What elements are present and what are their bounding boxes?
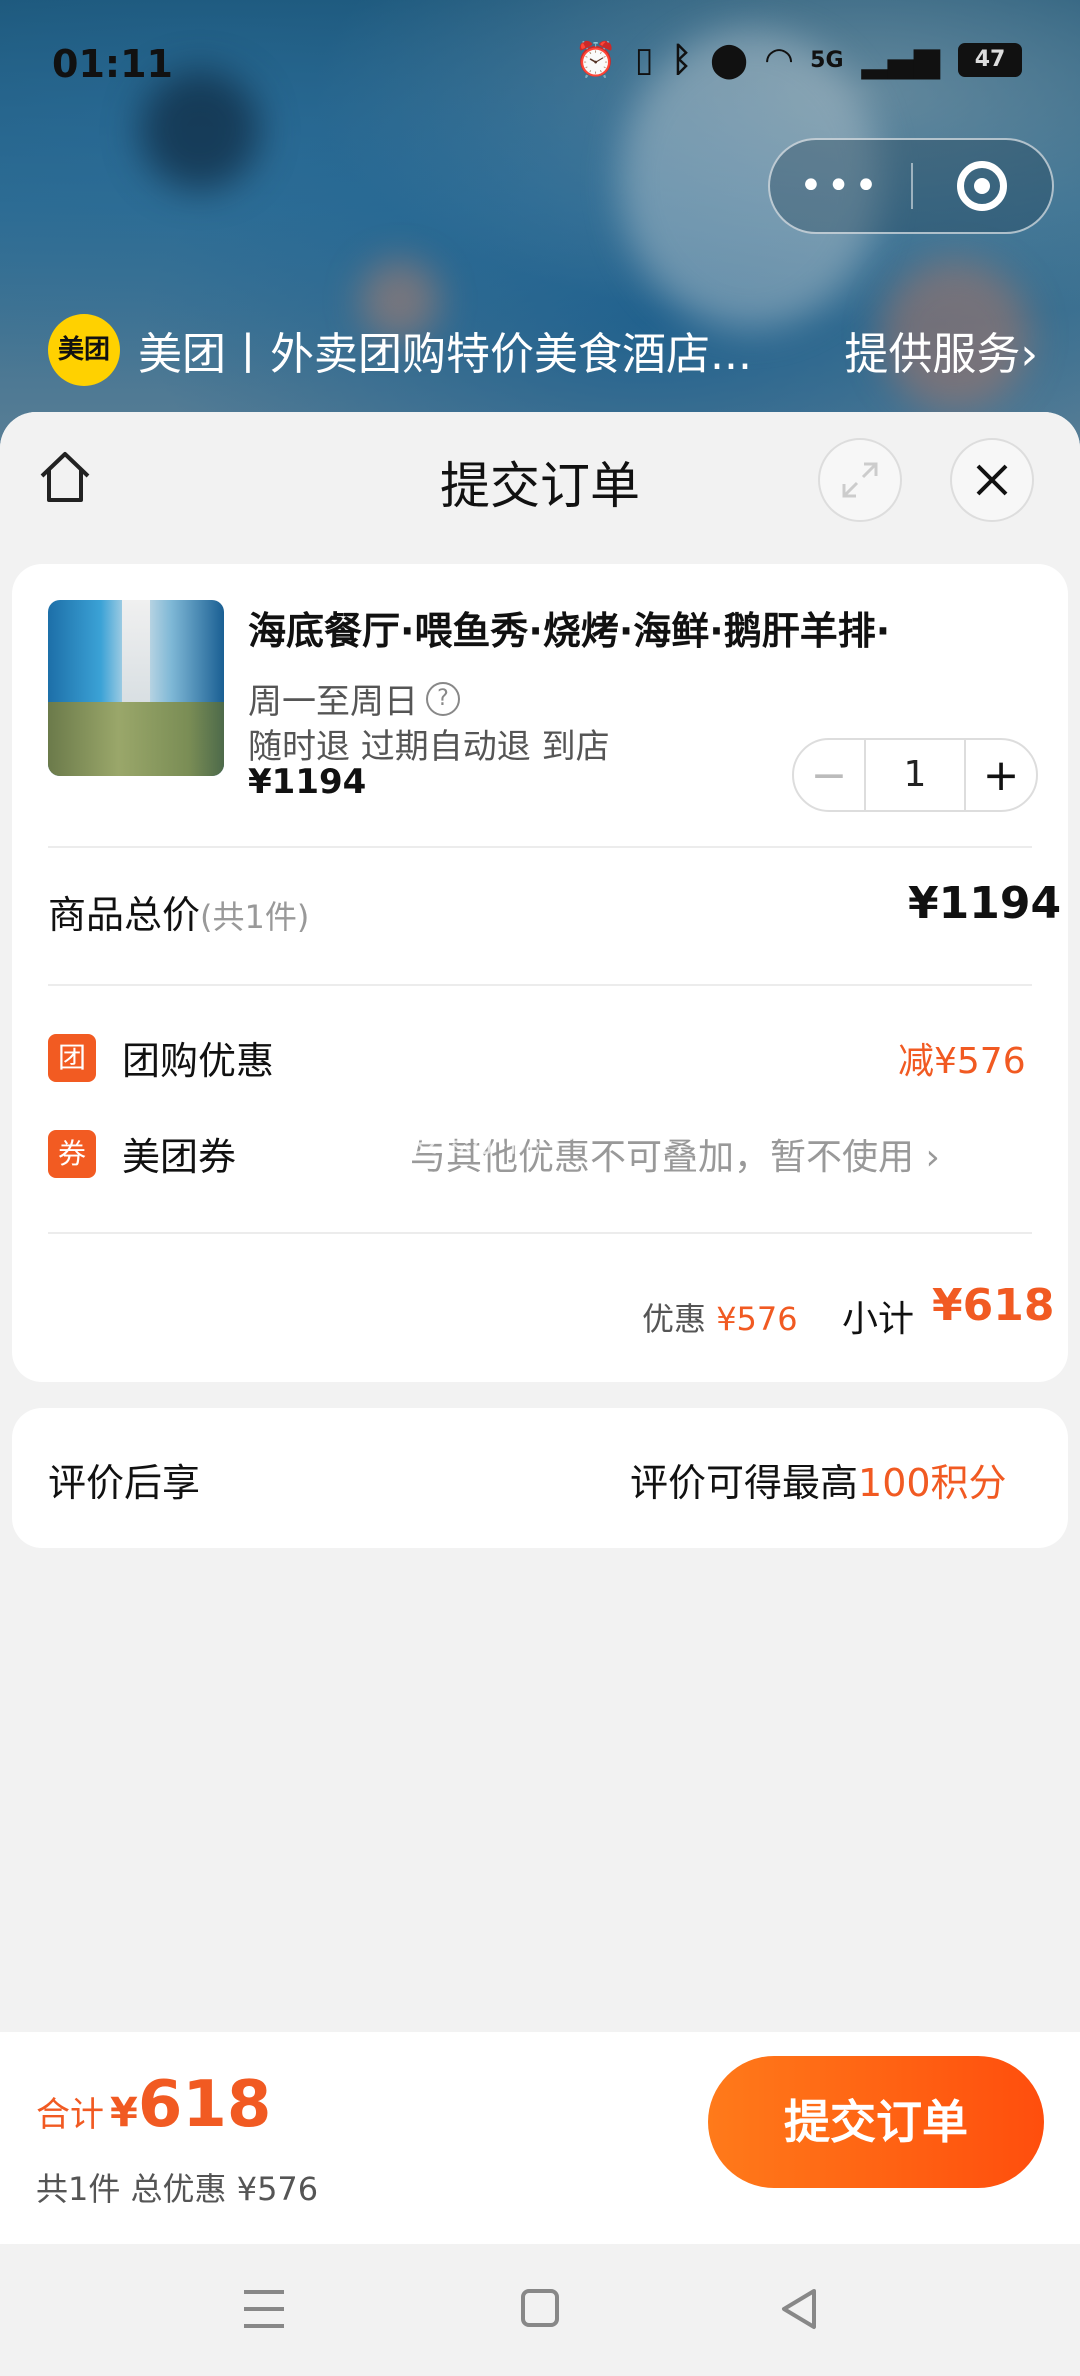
wifi-icon: ◠	[766, 40, 793, 80]
close-button[interactable]	[950, 438, 1034, 522]
quantity-stepper: − 1 +	[792, 738, 1038, 812]
coupon-tag: 券	[48, 1130, 96, 1178]
order-sheet: 提交订单 海底餐厅·喂鱼秀·烧烤·海鲜·鹅肝羊排· 周一至周日 ? 随时退 过期…	[0, 412, 1080, 2032]
review-points: 100积分	[858, 1461, 1007, 1505]
menu-button[interactable]	[234, 2284, 294, 2334]
menu-icon	[244, 2290, 284, 2328]
back-triangle-icon	[782, 2289, 816, 2329]
submit-order-button[interactable]: 提交订单	[708, 2056, 1044, 2188]
subtotal-discount: 优惠 ¥576	[642, 1294, 798, 1340]
expand-button[interactable]	[818, 438, 902, 522]
review-note: 评价可得最高100积分	[630, 1452, 1007, 1507]
divider	[48, 984, 1032, 986]
chevron-right-icon: ›	[1020, 329, 1038, 380]
quantity-value[interactable]: 1	[864, 740, 966, 810]
location-icon: ⬤	[709, 40, 749, 80]
page-title: 提交订单	[440, 457, 640, 515]
expand-icon	[842, 462, 878, 498]
product-days: 周一至周日 ?	[248, 674, 460, 723]
group-discount-label: 团购优惠	[122, 1039, 275, 1083]
product-days-label: 周一至周日	[248, 682, 418, 722]
bluetooth-icon: ᛒ	[671, 40, 692, 80]
status-bar: 01:11 ⏰ ▯ ᛒ ⬤ ◠ 5G ▂▄▆ 47	[0, 0, 1080, 130]
order-card: 海底餐厅·喂鱼秀·烧烤·海鲜·鹅肝羊排· 周一至周日 ? 随时退 过期自动退 到…	[12, 564, 1068, 1382]
target-ring-icon	[957, 161, 1008, 211]
divider	[48, 846, 1032, 848]
grand-total-currency: ¥	[110, 2090, 138, 2136]
system-nav-bar	[0, 2244, 1080, 2376]
watermark: 慢悬小桃子	[404, 1120, 574, 1160]
miniapp-name[interactable]: 美团丨外卖团购特价美食酒店...	[138, 318, 778, 382]
subtotal-value: ¥618	[932, 1280, 1055, 1331]
chevron-right-icon: ›	[925, 1137, 940, 1178]
meituan-logo: 美团	[48, 314, 120, 386]
miniapp-close-button[interactable]	[913, 161, 1052, 211]
sheet-header: 提交订单	[0, 412, 1080, 552]
review-note-prefix: 评价可得最高	[630, 1461, 859, 1505]
grand-total: 合计 ¥ 618	[36, 2068, 271, 2142]
service-link[interactable]: 提供服务›	[844, 318, 1038, 382]
service-link-label: 提供服务	[844, 329, 1021, 380]
status-icons: ⏰ ▯ ᛒ ⬤ ◠ 5G ▂▄▆ 47	[574, 40, 1022, 80]
close-icon	[976, 464, 1008, 496]
checkout-bar: 合计 ¥ 618 共1件 总优惠 ¥576 提交订单	[0, 2032, 1080, 2244]
subtotal-discount-value: ¥576	[716, 1300, 798, 1338]
more-dots-icon[interactable]: •••	[770, 163, 911, 209]
signal-icon: ▂▄▆	[861, 40, 940, 80]
product-title: 海底餐厅·喂鱼秀·烧烤·海鲜·鹅肝羊排·	[248, 609, 891, 653]
grand-total-sub: 共1件 总优惠 ¥576	[36, 2170, 319, 2208]
subtotal-row: 优惠 ¥576 小计 ¥618	[12, 1280, 1068, 1350]
square-icon	[521, 2289, 559, 2327]
coupon-label: 美团券	[122, 1135, 237, 1179]
status-time: 01:11	[52, 42, 173, 86]
help-icon[interactable]: ?	[426, 681, 460, 716]
grand-total-label: 合计	[36, 2095, 104, 2135]
vibrate-icon: ▯	[634, 40, 654, 80]
product-thumbnail[interactable]	[48, 600, 224, 776]
product-price: ¥1194	[248, 762, 367, 802]
total-count: (共1件)	[200, 898, 310, 936]
subtotal-label: 小计	[842, 1299, 915, 1340]
home-nav-button[interactable]	[510, 2284, 570, 2334]
subtotal-discount-label: 优惠	[642, 1300, 707, 1338]
signal-label: 5G	[810, 47, 844, 73]
group-discount-tag: 团	[48, 1034, 96, 1082]
miniapp-capsule: •••	[768, 138, 1054, 234]
divider	[48, 1232, 1032, 1234]
total-price-label: 商品总价(共1件)	[48, 884, 309, 939]
quantity-minus-button[interactable]: −	[794, 750, 864, 801]
grand-total-amount: 618	[137, 2068, 272, 2142]
group-discount-value: 减¥576	[898, 1041, 1026, 1082]
review-card: 评价后享 评价可得最高100积分	[12, 1408, 1068, 1548]
back-button[interactable]	[770, 2284, 830, 2334]
battery-icon: 47	[958, 43, 1022, 77]
review-label: 评价后享	[48, 1461, 201, 1505]
alarm-icon: ⏰	[574, 40, 617, 80]
miniapp-brand-row: 美团 美团丨外卖团购特价美食酒店... 提供服务›	[48, 310, 1038, 390]
product-rules: 随时退 过期自动退 到店	[248, 727, 610, 767]
total-price-text: 商品总价	[48, 893, 201, 937]
quantity-plus-button[interactable]: +	[966, 750, 1036, 801]
total-price-value: ¥1194	[908, 878, 1062, 929]
